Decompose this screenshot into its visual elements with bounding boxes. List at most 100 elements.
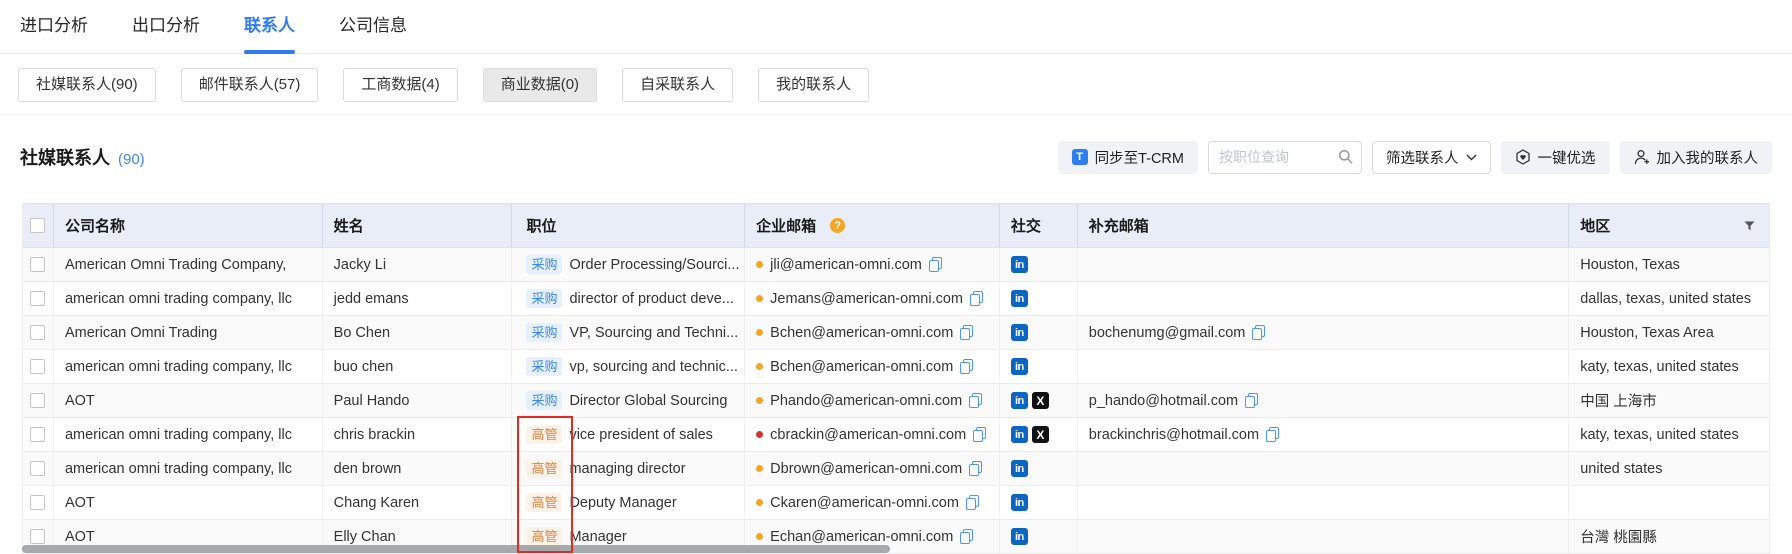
table-header-row: 公司名称 姓名 职位 企业邮箱 社交 补充邮箱 地区 [23,203,1769,248]
row-checkbox[interactable] [30,393,45,408]
social-cell [1000,282,1078,315]
extra-email-text: p_hando@hotmail.com [1089,393,1238,409]
linkedin-icon[interactable] [1011,426,1028,443]
header-extra-email: 补充邮箱 [1078,204,1569,247]
name-cell: chris brackin [323,418,513,451]
add-to-my-contacts-button[interactable]: 加入我的联系人 [1620,141,1773,174]
search-icon[interactable] [1338,149,1353,164]
filter-email-contacts[interactable]: 邮件联系人(57) [181,68,319,102]
position-tag: 采购 [526,391,562,410]
tab-contacts[interactable]: 联系人 [244,0,295,54]
tab-export-analysis[interactable]: 出口分析 [132,0,200,54]
copy-icon[interactable] [973,427,986,442]
linkedin-icon[interactable] [1011,494,1028,511]
email-cell: Jemans@american-omni.com [745,282,1000,315]
row-checkbox[interactable] [30,495,45,510]
copy-icon[interactable] [970,291,983,306]
contact-source-filters: 社媒联系人(90) 邮件联系人(57) 工商数据(4) 商业数据(0) 自采联系… [0,54,1792,115]
position-cell: 采购 Director Global Sourcing [512,384,745,417]
position-cell: 高管 managing director [512,452,745,485]
linkedin-icon[interactable] [1011,358,1028,375]
social-cell [1000,452,1078,485]
email-text: Bchen@american-omni.com [770,359,953,375]
name-cell: buo chen [323,350,513,383]
copy-icon[interactable] [969,461,982,476]
copy-icon[interactable] [1266,427,1279,442]
tab-import-analysis[interactable]: 进口分析 [20,0,88,54]
row-checkbox[interactable] [30,461,45,476]
region-cell: 台灣 桃園縣 [1569,520,1769,553]
linkedin-icon[interactable] [1011,324,1028,341]
row-checkbox[interactable] [30,427,45,442]
header-company: 公司名称 [54,204,323,247]
social-cell [1000,384,1078,417]
sync-to-tcrm-button[interactable]: 同步至T-CRM [1058,141,1198,174]
header-email-label: 企业邮箱 [756,215,816,236]
filter-business-registry[interactable]: 工商数据(4) [343,68,457,102]
email-text: Ckaren@american-omni.com [770,495,959,511]
copy-icon[interactable] [969,393,982,408]
table-row: AOT Paul Hando 采购 Director Global Sourci… [23,384,1769,418]
row-checkbox-cell [23,282,54,315]
email-status-dot [756,397,763,404]
linkedin-icon[interactable] [1011,256,1028,273]
copy-icon[interactable] [966,495,979,510]
row-checkbox[interactable] [30,291,45,306]
extra-email-cell [1078,248,1569,281]
x-icon[interactable] [1032,426,1049,443]
position-tag: 高管 [526,493,562,512]
linkedin-icon[interactable] [1011,460,1028,477]
email-help-icon[interactable] [830,218,845,233]
extra-email-cell [1078,452,1569,485]
table-row: american omni trading company, llc jedd … [23,282,1769,316]
row-checkbox[interactable] [30,359,45,374]
row-checkbox[interactable] [30,257,45,272]
position-text: vp, sourcing and technic... [569,359,737,375]
copy-icon[interactable] [1252,325,1265,340]
email-text: jli@american-omni.com [770,257,922,273]
one-click-optimize-button[interactable]: 一键优选 [1501,141,1610,174]
horizontal-scrollbar-thumb[interactable] [22,545,890,553]
section-title: 社媒联系人 [20,144,110,170]
position-tag: 采购 [526,289,562,308]
region-cell: united states [1569,452,1769,485]
filter-contacts-dropdown[interactable]: 筛选联系人 [1372,141,1491,174]
header-name: 姓名 [323,204,513,247]
table-row: American Omni Trading Company, Jacky Li … [23,248,1769,282]
region-cell: dallas, texas, united states [1569,282,1769,315]
filter-social-contacts[interactable]: 社媒联系人(90) [18,68,156,102]
tab-company-info[interactable]: 公司信息 [339,0,407,54]
copy-icon[interactable] [960,325,973,340]
filter-funnel-icon[interactable] [1744,221,1755,231]
copy-icon[interactable] [929,257,942,272]
linkedin-icon[interactable] [1011,290,1028,307]
email-text: cbrackin@american-omni.com [770,427,966,443]
region-cell [1569,486,1769,519]
row-checkbox[interactable] [30,529,45,544]
filter-my-contacts[interactable]: 我的联系人 [758,68,869,102]
select-all-cell [23,204,54,247]
row-checkbox-cell [23,418,54,451]
email-cell: Dbrown@american-omni.com [745,452,1000,485]
linkedin-icon[interactable] [1011,392,1028,409]
email-status-dot [756,295,763,302]
email-status-dot [756,261,763,268]
x-icon[interactable] [1032,392,1049,409]
position-tag: 采购 [526,357,562,376]
filter-self-collected[interactable]: 自采联系人 [622,68,733,102]
copy-icon[interactable] [960,359,973,374]
row-checkbox[interactable] [30,325,45,340]
header-email: 企业邮箱 [745,204,1000,247]
copy-icon[interactable] [1245,393,1258,408]
select-all-checkbox[interactable] [30,218,45,233]
email-status-dot [756,329,763,336]
position-text: Deputy Manager [569,495,676,511]
linkedin-icon[interactable] [1011,528,1028,545]
filter-commercial-data[interactable]: 商业数据(0) [483,68,597,102]
name-cell: Bo Chen [323,316,513,349]
social-cell [1000,350,1078,383]
email-status-dot [756,533,763,540]
email-text: Phando@american-omni.com [770,393,962,409]
copy-icon[interactable] [960,529,973,544]
region-cell: Houston, Texas [1569,248,1769,281]
